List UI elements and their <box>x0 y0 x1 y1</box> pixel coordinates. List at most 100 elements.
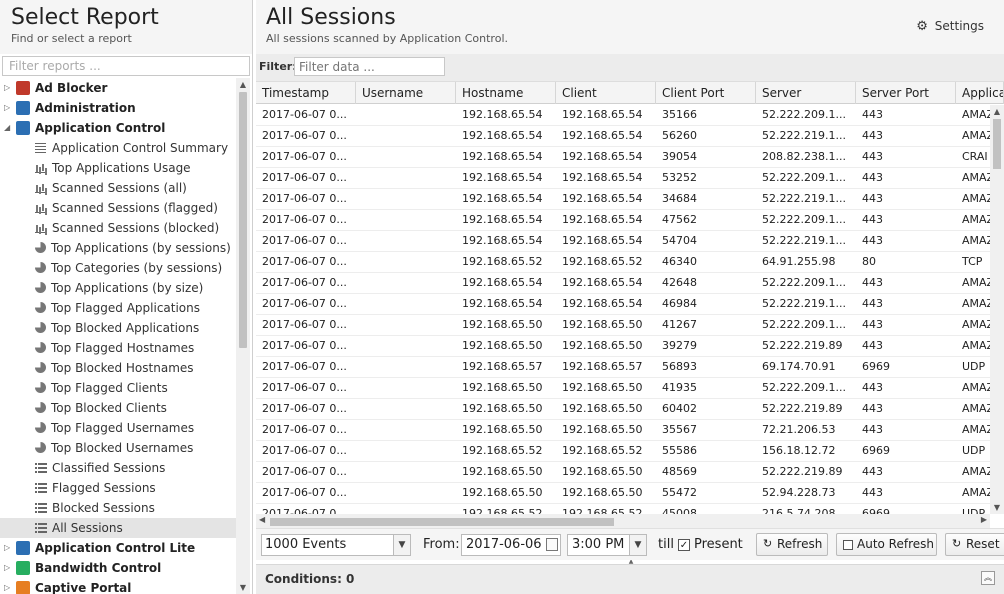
table-row[interactable]: 2017-06-07 0... 192.168.65.50 192.168.65.5… <box>256 483 990 504</box>
expanded-arrow-icon[interactable]: ◢ <box>4 118 16 138</box>
table-row[interactable]: 2017-06-07 0... 192.168.65.52 192.168.65.5… <box>256 504 990 514</box>
table-row[interactable]: 2017-06-07 0... 192.168.65.54 192.168.65.5… <box>256 273 990 294</box>
scroll-left-arrow-icon[interactable]: ◀ <box>259 515 265 524</box>
tree-item[interactable]: Top Applications (by sessions) <box>0 238 236 258</box>
from-time-select[interactable]: 3:00 PM ▼ <box>567 534 647 556</box>
tree-item[interactable]: Top Blocked Applications <box>0 318 236 338</box>
table-row[interactable]: 2017-06-07 0... 192.168.65.54 192.168.65.5… <box>256 126 990 147</box>
tree-item[interactable]: Flagged Sessions <box>0 478 236 498</box>
scroll-right-arrow-icon[interactable]: ▶ <box>981 515 987 524</box>
table-cell: 2017-06-07 0... <box>262 507 347 514</box>
table-row[interactable]: 2017-06-07 0... 192.168.65.50 192.168.65.5… <box>256 336 990 357</box>
column-header[interactable]: Applicat <box>956 82 1004 104</box>
collapsed-arrow-icon[interactable]: ▷ <box>4 558 16 578</box>
tree-item[interactable]: All Sessions <box>0 518 236 538</box>
table-cell <box>356 252 456 272</box>
tree-item[interactable]: Scanned Sessions (all) <box>0 178 236 198</box>
scroll-up-arrow-icon[interactable]: ▲ <box>990 107 1004 116</box>
tree-category[interactable]: ▷ Ad Blocker <box>0 78 236 98</box>
tree-item[interactable]: Classified Sessions <box>0 458 236 478</box>
table-cell <box>356 462 456 482</box>
tree-item[interactable]: Top Flagged Applications <box>0 298 236 318</box>
collapsed-arrow-icon[interactable]: ▷ <box>4 578 16 594</box>
settings-button[interactable]: ⚙ Settings <box>916 19 984 34</box>
table-cell: 192.168.65.52 <box>562 444 643 457</box>
from-date-field[interactable]: 2017-06-06 <box>461 534 561 556</box>
table-cell: 192.168.65.54 <box>562 192 643 205</box>
scrollbar-thumb[interactable] <box>993 119 1001 169</box>
table-row[interactable]: 2017-06-07 0... 192.168.65.50 192.168.65.5… <box>256 420 990 441</box>
grid-horizontal-scrollbar[interactable]: ◀ ▶ <box>256 514 990 528</box>
table-row[interactable]: 2017-06-07 0... 192.168.65.52 192.168.65.5… <box>256 252 990 273</box>
tree-category[interactable]: ▷ Captive Portal <box>0 578 236 594</box>
table-row[interactable]: 2017-06-07 0... 192.168.65.50 192.168.65.5… <box>256 462 990 483</box>
collapsed-arrow-icon[interactable]: ▷ <box>4 98 16 118</box>
auto-refresh-button[interactable]: Auto Refresh <box>836 533 937 556</box>
tree-item[interactable]: Top Applications (by size) <box>0 278 236 298</box>
present-checkbox[interactable]: ✓ <box>678 539 690 551</box>
settings-label: Settings <box>934 19 984 33</box>
tree-item[interactable]: Top Blocked Clients <box>0 398 236 418</box>
tree-category[interactable]: ▷ Bandwidth Control <box>0 558 236 578</box>
scroll-up-arrow-icon[interactable]: ▲ <box>236 80 250 89</box>
tree-item-label: Blocked Sessions <box>52 501 155 515</box>
tree-item[interactable]: Application Control Summary <box>0 138 236 158</box>
table-cell: 52.222.219.1... <box>762 192 846 205</box>
collapsed-arrow-icon[interactable]: ▷ <box>4 78 16 98</box>
tree-category[interactable]: ◢ Application Control <box>0 118 236 138</box>
table-row[interactable]: 2017-06-07 0... 192.168.65.52 192.168.65.5… <box>256 441 990 462</box>
tree-item[interactable]: Top Blocked Usernames <box>0 438 236 458</box>
table-row[interactable]: 2017-06-07 0... 192.168.65.54 192.168.65.5… <box>256 189 990 210</box>
table-cell: UDP <box>962 507 986 514</box>
tree-category[interactable]: ▷ Administration <box>0 98 236 118</box>
tree-item[interactable]: Scanned Sessions (blocked) <box>0 218 236 238</box>
filter-reports-input[interactable] <box>2 56 250 76</box>
table-row[interactable]: 2017-06-07 0... 192.168.65.50 192.168.65.5… <box>256 399 990 420</box>
tree-item-label: Application Control Lite <box>35 541 196 555</box>
tree-item[interactable]: Blocked Sessions <box>0 498 236 518</box>
tree-item[interactable]: Scanned Sessions (flagged) <box>0 198 236 218</box>
column-header[interactable]: Client <box>556 82 656 104</box>
chevron-down-icon[interactable]: ▼ <box>393 535 410 555</box>
tree-category[interactable]: ▷ Application Control Lite <box>0 538 236 558</box>
table-row[interactable]: 2017-06-07 0... 192.168.65.54 192.168.65.5… <box>256 210 990 231</box>
conditions-panel[interactable]: Conditions: 0 ︽ <box>256 564 1004 594</box>
scrollbar-thumb[interactable] <box>239 92 247 348</box>
reset-button[interactable]: ↻ Reset <box>945 533 1004 556</box>
calendar-icon[interactable] <box>546 538 558 551</box>
table-cell: 443 <box>862 465 883 478</box>
column-header[interactable]: Server <box>756 82 856 104</box>
column-header[interactable]: Hostname <box>456 82 556 104</box>
column-header[interactable]: Server Port <box>856 82 956 104</box>
column-header[interactable]: Username <box>356 82 456 104</box>
table-row[interactable]: 2017-06-07 0... 192.168.65.54 192.168.65.5… <box>256 147 990 168</box>
table-cell: 52.222.219.89 <box>762 339 843 352</box>
scroll-down-arrow-icon[interactable]: ▼ <box>990 503 1004 512</box>
column-header[interactable]: Client Port <box>656 82 756 104</box>
chevron-down-icon[interactable]: ▼ <box>629 535 646 555</box>
tree-item[interactable]: Top Flagged Clients <box>0 378 236 398</box>
scroll-down-arrow-icon[interactable]: ▼ <box>236 583 250 592</box>
tree-item[interactable]: Top Flagged Hostnames <box>0 338 236 358</box>
collapsed-arrow-icon[interactable]: ▷ <box>4 538 16 558</box>
from-label: From: <box>423 537 460 552</box>
filter-data-input[interactable] <box>294 57 445 76</box>
grid-vertical-scrollbar[interactable]: ▲ ▼ <box>990 105 1004 514</box>
table-row[interactable]: 2017-06-07 0... 192.168.65.54 192.168.65.5… <box>256 168 990 189</box>
table-row[interactable]: 2017-06-07 0... 192.168.65.54 192.168.65.5… <box>256 294 990 315</box>
table-row[interactable]: 2017-06-07 0... 192.168.65.50 192.168.65.5… <box>256 315 990 336</box>
column-header[interactable]: Timestamp <box>256 82 356 104</box>
scrollbar-thumb[interactable] <box>270 518 614 526</box>
report-tree-scrollbar[interactable]: ▲ ▼ <box>236 78 250 594</box>
table-row[interactable]: 2017-06-07 0... 192.168.65.54 192.168.65.5… <box>256 231 990 252</box>
tree-item[interactable]: Top Blocked Hostnames <box>0 358 236 378</box>
table-row[interactable]: 2017-06-07 0... 192.168.65.54 192.168.65.5… <box>256 105 990 126</box>
tree-item[interactable]: Top Flagged Usernames <box>0 418 236 438</box>
tree-item[interactable]: Top Applications Usage <box>0 158 236 178</box>
events-limit-select[interactable]: 1000 Events ▼ <box>261 534 411 556</box>
expand-icon[interactable]: ︽ <box>981 571 995 585</box>
refresh-button[interactable]: ↻ Refresh <box>756 533 828 556</box>
tree-item[interactable]: Top Categories (by sessions) <box>0 258 236 278</box>
table-row[interactable]: 2017-06-07 0... 192.168.65.57 192.168.65.5… <box>256 357 990 378</box>
table-row[interactable]: 2017-06-07 0... 192.168.65.50 192.168.65.5… <box>256 378 990 399</box>
